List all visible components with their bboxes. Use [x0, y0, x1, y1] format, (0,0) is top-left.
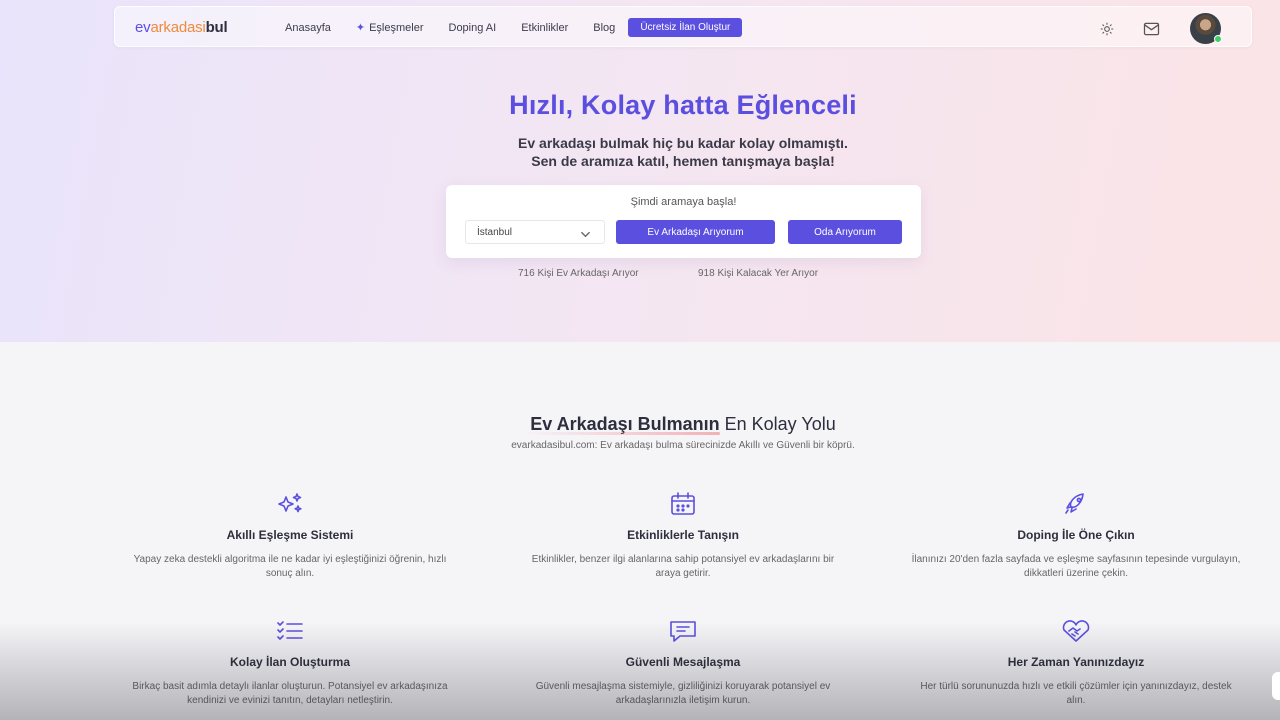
online-status-dot [1214, 35, 1222, 43]
nav-link-doping-ai[interactable]: Doping AI [449, 22, 497, 34]
heart-handshake-icon [911, 617, 1241, 645]
list-check-icon [125, 617, 455, 645]
feature-description: Her türlü sorununuzda hızlı ve etkili çö… [920, 681, 1232, 706]
feature-card-smart-matching: Akıllı Eşleşme Sistemi Yapay zeka destek… [125, 490, 455, 581]
site-logo[interactable]: evarkadasibul [135, 19, 228, 36]
search-card: Şimdi aramaya başla! İstanbul Ev Arkadaş… [446, 185, 921, 258]
section-title-highlight: Ev Arkadaşı Bulmanın [522, 414, 721, 435]
search-roommate-button[interactable]: Ev Arkadaşı Arıyorum [616, 220, 775, 244]
feature-card-easy-listing: Kolay İlan Oluşturma Birkaç basit adımla… [125, 617, 455, 708]
feature-title: Akıllı Eşleşme Sistemi [226, 528, 354, 542]
nav-link-eslesmeler[interactable]: ✦ Eşleşmeler [355, 21, 424, 35]
feature-title: Kolay İlan Oluşturma [229, 655, 351, 669]
create-listing-button[interactable]: Ücretsiz İlan Oluştur [628, 18, 743, 37]
city-select-value: İstanbul [477, 227, 513, 238]
nav-right-actions [1096, 13, 1222, 44]
nav-link-label: Eşleşmeler [369, 21, 424, 34]
nav-link-anasayfa[interactable]: Anasayfa [285, 22, 331, 34]
feature-title: Her Zaman Yanınızdayız [1007, 655, 1145, 669]
section-subtitle: evarkadasibul.com: Ev arkadaşı bulma sür… [511, 440, 855, 451]
scroll-handle[interactable] [1272, 672, 1280, 700]
feature-card-doping: Doping İle Öne Çıkın İlanınızı 20'den fa… [911, 490, 1241, 581]
feature-title: Güvenli Mesajlaşma [625, 655, 741, 669]
roommate-seekers-count: 716 Kişi Ev Arkadaşı Arıyor [518, 268, 639, 279]
feature-title: Doping İle Öne Çıkın [1017, 528, 1135, 542]
calendar-icon [518, 490, 848, 518]
search-title: Şimdi aramaya başla! [630, 196, 737, 208]
hero-title: Hızlı, Kolay hatta Eğlenceli [509, 90, 857, 120]
feature-description: Etkinlikler, benzer ilgi alanlarına sahi… [531, 554, 835, 579]
nav-link-label: Doping AI [448, 21, 497, 34]
hero-subtitle-line1: Ev arkadaşı bulmak hiç bu kadar kolay ol… [518, 135, 848, 151]
mail-icon[interactable] [1140, 18, 1162, 40]
sparkles-icon [125, 490, 455, 518]
feature-card-events: Etkinliklerle Tanışın Etkinlikler, benze… [518, 490, 848, 581]
hero-section [0, 0, 1280, 342]
avatar[interactable] [1190, 13, 1222, 44]
hero-subtitle: Ev arkadaşı bulmak hiç bu kadar kolay ol… [0, 134, 1280, 170]
section-title: Ev Arkadaşı Bulmanın En Kolay Yolu [0, 414, 1280, 435]
nav-link-label: Blog [593, 21, 616, 34]
message-icon [518, 617, 848, 645]
feature-card-support: Her Zaman Yanınızdayız Her türlü sorunun… [911, 617, 1241, 708]
top-navbar: evarkadasibul Anasayfa ✦ Eşleşmeler Dopin… [114, 6, 1252, 47]
feature-description: Güvenli mesajlaşma sistemiyle, gizliliği… [535, 681, 831, 706]
city-select[interactable]: İstanbul [465, 220, 605, 244]
hero-subtitle-line2: Sen de aramıza katıl, hemen tanışmaya ba… [531, 153, 835, 169]
section-title-rest: En Kolay Yolu [719, 414, 836, 434]
nav-link-label: Anasayfa [285, 21, 331, 34]
nav-link-blog[interactable]: Blog [593, 22, 615, 34]
logo-part-arkadasi: arkadasi [150, 19, 206, 36]
rocket-icon [911, 490, 1241, 518]
nav-link-label: Etkinlikler [521, 21, 569, 34]
feature-card-secure-messaging: Güvenli Mesajlaşma Güvenli mesajlaşma si… [518, 617, 848, 708]
logo-part-bul: bul [205, 19, 228, 36]
room-seekers-count: 918 Kişi Kalacak Yer Arıyor [698, 268, 819, 279]
nav-link-etkinlikler[interactable]: Etkinlikler [521, 22, 568, 34]
logo-part-ev: ev [135, 19, 151, 36]
search-room-button[interactable]: Oda Arıyorum [788, 220, 902, 244]
feature-description: İlanınızı 20'den fazla sayfada ve eşleşm… [911, 554, 1241, 579]
feature-title: Etkinliklerle Tanışın [627, 528, 739, 542]
sun-icon[interactable] [1096, 18, 1118, 40]
nav-links: Anasayfa ✦ Eşleşmeler Doping AI Etkinlikl… [285, 7, 743, 48]
chevron-down-icon [580, 227, 591, 245]
feature-description: Yapay zeka destekli algoritma ile ne kad… [133, 554, 447, 579]
sparkle-icon: ✦ [355, 22, 366, 34]
feature-description: Birkaç basit adımla detaylı ilanlar oluş… [132, 681, 448, 706]
